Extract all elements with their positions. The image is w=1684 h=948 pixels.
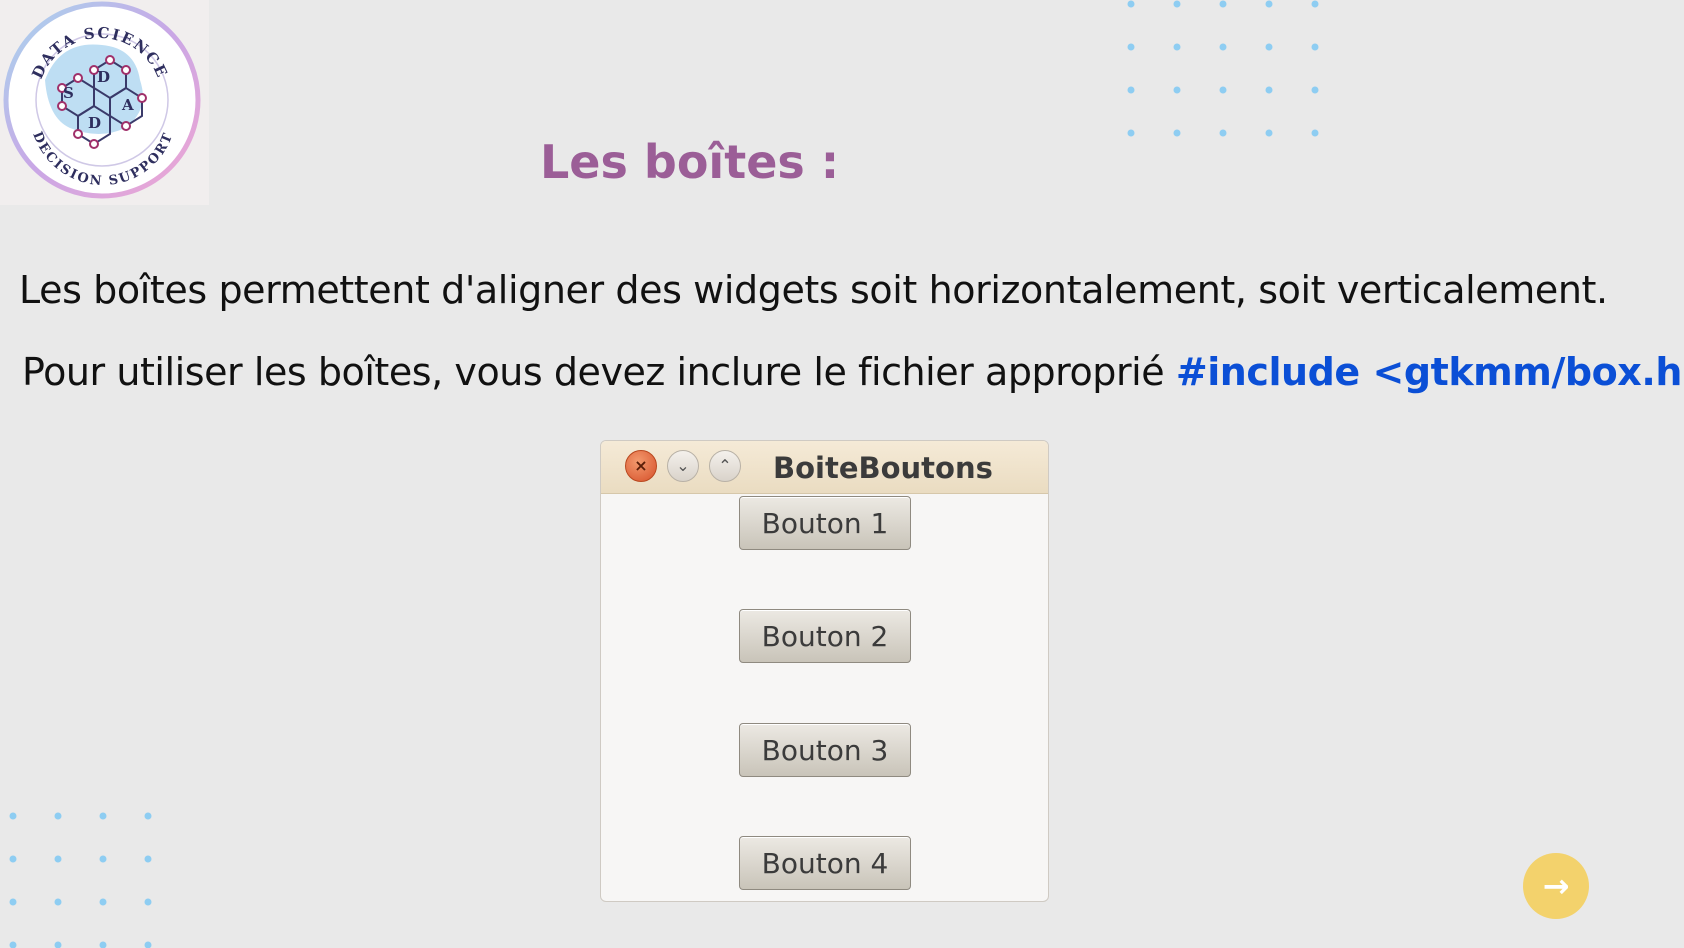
decorative-dot [9,812,17,820]
logo-letter: S [63,84,74,102]
decorative-dot [99,941,107,948]
paragraph-text: Pour utiliser les boîtes, vous devez inc… [22,350,1176,394]
decorative-dot [99,898,107,906]
decorative-dot [54,855,62,863]
decorative-dot [9,898,17,906]
bouton-3-button[interactable]: Bouton 3 [739,723,911,777]
decorative-dot [54,941,62,948]
decorative-dot [1173,129,1181,137]
decorative-dot [1127,129,1135,137]
decorative-dot [1173,43,1181,51]
logo-letter: D [88,114,101,132]
decorative-dot [1265,129,1273,137]
window-title: BoiteBoutons [773,451,993,485]
decorative-dot [54,898,62,906]
decorative-dots-top [1120,0,1340,140]
minimize-icon[interactable]: ⌄ [667,450,699,482]
decorative-dot [1219,0,1227,8]
decorative-dot [1173,0,1181,8]
close-icon[interactable]: × [625,450,657,482]
decorative-dot [144,812,152,820]
bouton-1-button[interactable]: Bouton 1 [739,496,911,550]
gtk-window: × ⌄ ⌃ BoiteBoutons Bouton 1 Bouton 2 Bou… [600,440,1049,902]
decorative-dot [1265,0,1273,8]
decorative-dot [1219,43,1227,51]
decorative-dot [1311,129,1319,137]
decorative-dot [144,898,152,906]
slide-title: Les boîtes : [540,135,840,189]
decorative-dot [1265,43,1273,51]
decorative-dot [9,941,17,948]
logo-letter: D [97,68,110,86]
decorative-dot [9,855,17,863]
include-code: #include <gtkmm/box.h> [1175,350,1684,394]
logo-letter: A [121,96,134,114]
decorative-dot [1219,86,1227,94]
decorative-dot [99,855,107,863]
logo-emblem: S D A D DATA SCIENCE DECISION SUPPORT [3,1,201,199]
decorative-dot [99,812,107,820]
decorative-dot [1311,86,1319,94]
logo: S D A D DATA SCIENCE DECISION SUPPORT [0,0,209,205]
next-button[interactable]: → [1523,853,1589,919]
decorative-dot [54,812,62,820]
window-titlebar[interactable]: × ⌄ ⌃ BoiteBoutons [601,441,1048,494]
decorative-dot [1311,0,1319,8]
maximize-icon[interactable]: ⌃ [709,450,741,482]
slide-paragraph-2: Pour utiliser les boîtes, vous devez inc… [22,350,1684,394]
decorative-dot [144,941,152,948]
bouton-2-button[interactable]: Bouton 2 [739,609,911,663]
decorative-dot [1127,86,1135,94]
decorative-dots-bottom [0,805,170,948]
decorative-dot [1173,86,1181,94]
decorative-dot [1127,43,1135,51]
decorative-dot [1219,129,1227,137]
decorative-dot [1265,86,1273,94]
slide-paragraph-1: Les boîtes permettent d'aligner des widg… [19,268,1608,312]
arrow-right-icon: → [1542,867,1570,905]
decorative-dot [144,855,152,863]
bouton-4-button[interactable]: Bouton 4 [739,836,911,890]
decorative-dot [1127,0,1135,8]
decorative-dot [1311,43,1319,51]
